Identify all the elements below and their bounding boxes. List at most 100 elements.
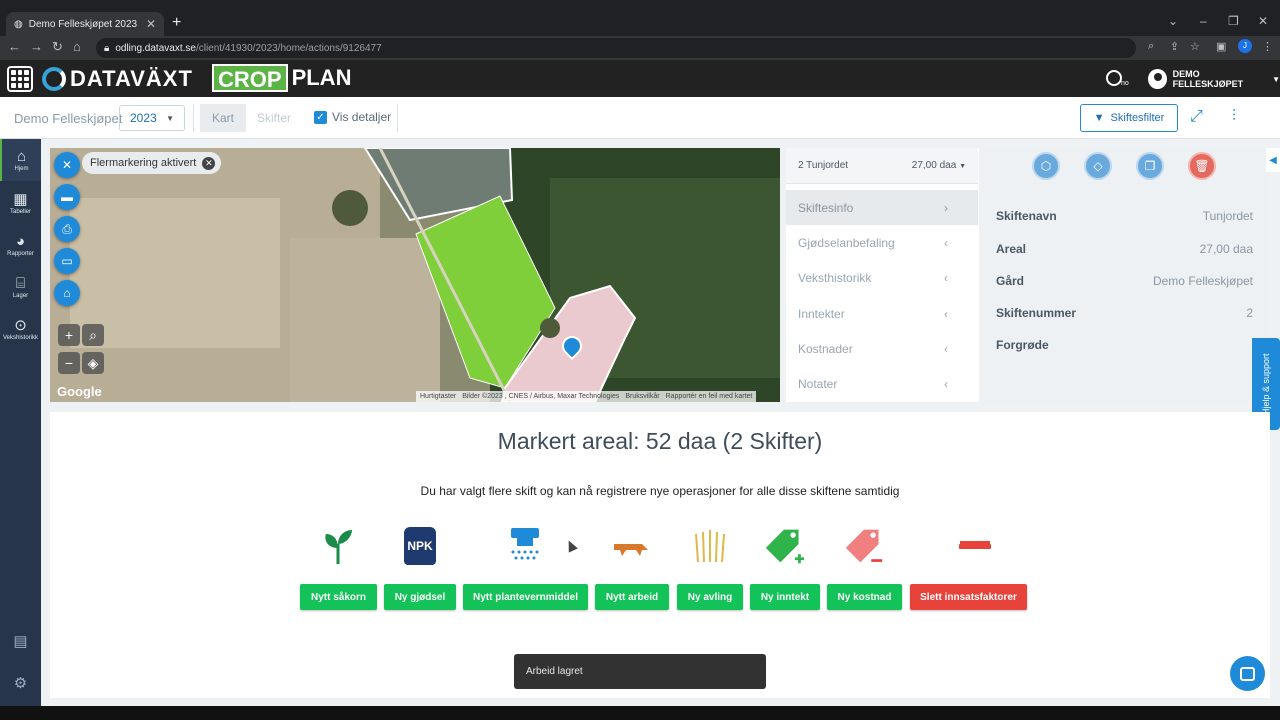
copy-field-button[interactable]: ❐ bbox=[1136, 152, 1164, 180]
sidebar-item-tables[interactable]: ▦ Tabeller bbox=[0, 182, 41, 224]
close-icon: ✕ bbox=[61, 158, 73, 172]
new-tab-icon[interactable]: + bbox=[172, 14, 181, 32]
menu-label: Inntekter bbox=[798, 306, 845, 321]
restore-icon[interactable]: ❐ bbox=[1228, 14, 1239, 28]
new-fertilizer-button[interactable]: Ny gjødsel bbox=[384, 584, 456, 610]
close-window-icon[interactable]: ✕ bbox=[1258, 14, 1268, 28]
terms-link[interactable]: Bruksvilkår bbox=[625, 393, 659, 400]
year-select[interactable]: 2023 ▼ bbox=[119, 105, 185, 131]
new-harvest-button[interactable]: Ny avling bbox=[677, 584, 743, 610]
detail-value: Demo Felleskjøpet bbox=[1152, 274, 1253, 288]
minimize-icon[interactable]: – bbox=[1200, 14, 1207, 28]
measure-button[interactable]: ▭ bbox=[54, 248, 80, 274]
field-select[interactable]: 2 Tunjordet 27,00 daa ▼ bbox=[786, 148, 978, 184]
expand-icon[interactable]: ⤢ bbox=[1190, 108, 1203, 126]
sidebar-map-icon[interactable]: ▤ bbox=[0, 620, 41, 662]
sidebar-item-home[interactable]: ⌂ Hjem bbox=[0, 139, 41, 181]
chip-close-icon[interactable]: ✕ bbox=[202, 156, 216, 170]
new-seed-button[interactable]: Nytt såkorn bbox=[300, 584, 377, 610]
browser-menu-icon[interactable]: ⋮ bbox=[1262, 40, 1273, 53]
reload-icon[interactable]: ↻ bbox=[52, 39, 63, 55]
share-icon[interactable]: ⇪ bbox=[1170, 40, 1179, 53]
menu-income[interactable]: Inntekter ‹ bbox=[786, 296, 978, 331]
bookmark-star-icon[interactable]: ☆ bbox=[1190, 40, 1200, 53]
browser-tabstrip bbox=[0, 0, 1280, 36]
map-search-button[interactable]: ⌕ bbox=[82, 324, 104, 346]
browser-tab[interactable]: ◍ Demo Felleskjøpet 2023 ✕ bbox=[6, 12, 164, 36]
cropplan-logo-crop: CROP bbox=[212, 64, 288, 92]
close-multiselect-button[interactable]: ✕ bbox=[54, 152, 80, 178]
map-imagery bbox=[50, 148, 780, 402]
menu-label: Kostnader bbox=[798, 341, 853, 356]
address-bar[interactable]: 🔒︎ odling.datavaxt.se/client/41930/2023/… bbox=[96, 38, 1136, 58]
delete-inputs-button[interactable]: Slett innsatsfaktorer bbox=[910, 584, 1027, 610]
profile-avatar[interactable]: J bbox=[1238, 39, 1252, 53]
caret-down-icon: ▼ bbox=[166, 113, 174, 123]
datavaxt-logo-text: DATAVÄXT bbox=[70, 66, 193, 91]
label-button[interactable]: ▬ bbox=[54, 184, 80, 210]
tab-search-icon[interactable]: ⌄ bbox=[1168, 14, 1178, 28]
fields-view-toggle[interactable]: Skifter bbox=[246, 104, 302, 132]
report-error-link[interactable]: Rapportér en feil med kartet bbox=[666, 393, 753, 400]
new-cost-button[interactable]: Ny kostnad bbox=[827, 584, 902, 610]
menu-costs[interactable]: Kostnader ‹ bbox=[786, 331, 978, 366]
zoom-in-button[interactable]: + bbox=[58, 324, 80, 346]
satellite-map[interactable] bbox=[50, 148, 780, 402]
language-code: no bbox=[1121, 80, 1129, 87]
table-icon: ▦ bbox=[13, 190, 28, 208]
side-panel-icon[interactable]: ▣ bbox=[1216, 40, 1226, 53]
zoom-out-button[interactable]: − bbox=[58, 352, 80, 374]
home-browser-icon[interactable]: ⌂ bbox=[73, 39, 81, 54]
app-grid-icon[interactable] bbox=[7, 66, 33, 92]
url-path: /client/41930/2023/home/actions/9126477 bbox=[195, 42, 382, 54]
back-icon[interactable]: ← bbox=[8, 39, 21, 54]
tag-icon: ▬ bbox=[61, 190, 73, 204]
settings-sliders-icon[interactable]: ⫶ bbox=[1232, 108, 1236, 126]
menu-crop-history[interactable]: Veksthistorikk ‹ bbox=[786, 260, 978, 295]
collapse-panel-button[interactable]: ◀ bbox=[1266, 148, 1280, 172]
tag-field-button[interactable]: ◇ bbox=[1084, 152, 1112, 180]
tag-icon: ◇ bbox=[1093, 159, 1103, 173]
sidebar-item-label: Hjem bbox=[14, 165, 29, 172]
layers-button[interactable]: ◈ bbox=[82, 352, 104, 374]
delete-bar-icon bbox=[955, 526, 995, 566]
show-details-label[interactable]: Vis detaljer bbox=[332, 110, 391, 124]
menu-field-info[interactable]: Skiftesinfo › bbox=[786, 190, 978, 225]
sidebar-settings-icon[interactable]: ⚙ bbox=[0, 662, 41, 704]
menu-notes[interactable]: Notater ‹ bbox=[786, 366, 978, 401]
new-income-button[interactable]: Ny inntekt bbox=[750, 584, 820, 610]
home-icon: ⌂ bbox=[63, 286, 71, 300]
new-work-button[interactable]: Nytt arbeid bbox=[595, 584, 669, 610]
field-filter-button[interactable]: ▼ Skiftesfilter bbox=[1080, 104, 1178, 132]
warehouse-icon: ⌸ bbox=[15, 274, 25, 292]
chat-support-button[interactable] bbox=[1230, 656, 1265, 691]
show-details-checkbox[interactable]: ✓ bbox=[314, 111, 327, 124]
edit-boundary-button[interactable]: ⬡ bbox=[1032, 152, 1060, 180]
divider bbox=[397, 104, 398, 132]
menu-label: Gjødselanbefaling bbox=[798, 235, 895, 250]
keyboard-shortcuts-link[interactable]: Hurtigtaster bbox=[420, 393, 456, 400]
detail-value: 27,00 daa bbox=[1199, 242, 1253, 256]
language-globe-icon[interactable] bbox=[1106, 70, 1122, 86]
menu-fertilizer-recommendation[interactable]: Gjødselanbefaling ‹ bbox=[786, 225, 978, 260]
forward-icon[interactable]: → bbox=[30, 39, 43, 54]
user-menu[interactable]: DEMO FELLESKJØPET ▼ bbox=[1148, 69, 1280, 89]
sidebar-item-reports[interactable]: ◕ Rapporter bbox=[0, 224, 41, 266]
detail-label: Gård bbox=[996, 274, 1025, 288]
delete-field-button[interactable]: 🗑︎ bbox=[1188, 152, 1216, 180]
seedling-icon: ⊙ bbox=[14, 316, 27, 334]
print-button[interactable]: ⎙ bbox=[54, 216, 80, 242]
sidebar-item-crop-history[interactable]: ⊙ Vekshistorikk bbox=[0, 308, 41, 350]
new-pesticide-button[interactable]: Nytt plantevernmiddel bbox=[463, 584, 588, 610]
datavaxt-logo-mark-icon bbox=[42, 67, 66, 91]
map-home-button[interactable]: ⌂ bbox=[54, 280, 80, 306]
search-icon: ⌕ bbox=[89, 326, 97, 343]
sidebar-item-label: Tabeller bbox=[9, 208, 31, 215]
tag-plus-icon bbox=[764, 526, 804, 566]
trash-icon: 🗑︎ bbox=[1194, 159, 1210, 173]
close-tab-icon[interactable]: ✕ bbox=[146, 17, 156, 31]
sidebar-item-storage[interactable]: ⌸ Lager bbox=[0, 266, 41, 308]
zoom-icon[interactable]: ⌕ bbox=[1148, 40, 1154, 53]
map-view-toggle[interactable]: Kart bbox=[200, 104, 246, 132]
detail-label: Skiftenummer bbox=[996, 306, 1077, 320]
